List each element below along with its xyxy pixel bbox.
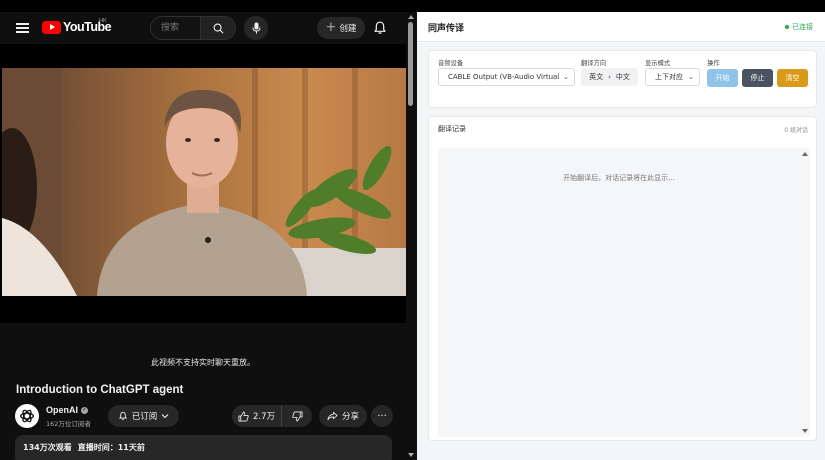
create-label: 创建	[339, 24, 357, 34]
audio-device-label: 音频设备	[438, 60, 464, 67]
youtube-logo[interactable]: YouTube HK	[42, 18, 112, 34]
voice-search-button[interactable]	[244, 16, 268, 40]
subscribed-button[interactable]: 已订阅	[108, 405, 179, 427]
display-mode-value: 上下对应	[655, 73, 683, 81]
channel-name-link[interactable]: OpenAI ✓	[46, 405, 89, 415]
more-horizontal-icon: ···	[377, 410, 387, 422]
bell-icon	[118, 411, 127, 420]
records-panel: 翻译记录 0 组对话 开始翻译后，对话记录将在此显示...	[428, 116, 817, 441]
scrollbar-thumb[interactable]	[408, 22, 413, 106]
search-box	[150, 16, 236, 40]
audio-device-select[interactable]: CABLE Output (VB-Audio Virtual ⌄	[438, 68, 575, 86]
audio-device-value: CABLE Output (VB-Audio Virtual	[448, 73, 560, 81]
youtube-play-icon	[42, 20, 61, 34]
interpreter-title: 同声传译	[428, 24, 465, 34]
video-player[interactable]	[0, 44, 406, 323]
create-button[interactable]: + 创建	[317, 17, 365, 39]
window-top-strip	[0, 0, 825, 12]
stop-button[interactable]: 停止	[742, 69, 773, 87]
like-button[interactable]: 2.7万	[232, 405, 282, 427]
video-frame	[2, 68, 406, 296]
actions-label: 操作	[707, 60, 720, 67]
like-dislike-group: 2.7万	[232, 405, 312, 427]
thumbs-down-icon	[291, 411, 302, 421]
chevron-down-icon	[161, 414, 169, 419]
like-count: 2.7万	[252, 412, 276, 422]
records-title: 翻译记录	[438, 125, 466, 133]
menu-icon[interactable]	[16, 23, 29, 33]
subscriber-count: 162万位订阅者	[46, 420, 91, 428]
share-label: 分享	[341, 412, 359, 422]
start-button[interactable]: 开始	[707, 69, 738, 87]
view-count: 134万次观看	[23, 443, 72, 452]
dislike-button[interactable]	[282, 405, 312, 427]
description-box[interactable]: 134万次观看 直播时间：11天前	[15, 435, 392, 460]
scroll-up-arrow-icon[interactable]	[408, 15, 414, 19]
records-list[interactable]: 开始翻译后，对话记录将在此显示...	[438, 148, 810, 437]
channel-avatar[interactable]	[15, 404, 39, 428]
scroll-up-arrow-icon[interactable]	[802, 152, 808, 156]
translation-direction[interactable]: 英文 › 中文	[581, 68, 638, 86]
notifications-bell-icon[interactable]	[372, 20, 388, 36]
target-language: 中文	[615, 73, 630, 81]
microphone-icon	[252, 22, 260, 34]
video-title: Introduction to ChatGPT agent	[16, 384, 184, 396]
region-code: HK	[99, 18, 107, 24]
display-mode-select[interactable]: 上下对应 ⌄	[645, 68, 700, 86]
direction-arrow-icon: ›	[608, 73, 611, 81]
empty-hint: 开始翻译后，对话记录将在此显示...	[563, 174, 675, 182]
source-language: 英文	[589, 73, 604, 81]
search-button[interactable]	[200, 17, 235, 39]
youtube-pane: YouTube HK + 创建	[0, 12, 416, 460]
verified-badge-icon: ✓	[81, 406, 89, 414]
direction-label: 翻译方向	[581, 60, 607, 67]
channel-name: OpenAI	[46, 405, 79, 415]
clear-button[interactable]: 清空	[777, 69, 808, 87]
search-input[interactable]	[151, 17, 200, 39]
subscribed-label: 已订阅	[131, 412, 158, 422]
premiere-time: 直播时间：11天前	[77, 443, 145, 452]
interpreter-pane: 同声传译 已连接 音频设备 CABLE Output (VB-Audio Vir…	[417, 12, 825, 460]
scroll-down-arrow-icon[interactable]	[802, 429, 808, 433]
records-count: 0 组对话	[784, 127, 808, 134]
status-label: 已连接	[792, 23, 813, 31]
thumbs-up-icon	[238, 411, 249, 421]
interpreter-header: 同声传译 已连接	[417, 12, 825, 42]
youtube-header: YouTube HK + 创建	[0, 12, 406, 44]
openai-logo-icon	[20, 409, 34, 423]
chevron-down-icon: ⌄	[563, 73, 569, 81]
chevron-down-icon: ⌄	[688, 73, 694, 81]
search-icon	[213, 23, 223, 33]
status-dot-icon	[785, 25, 789, 29]
chat-replay-notice: 此视频不支持实时聊天重放。	[151, 358, 255, 367]
share-icon	[327, 411, 338, 421]
controls-panel: 音频设备 CABLE Output (VB-Audio Virtual ⌄ 翻译…	[428, 50, 817, 108]
share-button[interactable]: 分享	[319, 405, 367, 427]
display-mode-label: 显示模式	[645, 60, 671, 67]
connection-status: 已连接	[785, 22, 813, 32]
scroll-down-arrow-icon[interactable]	[408, 453, 414, 457]
plus-icon: +	[325, 20, 337, 35]
more-actions-button[interactable]: ···	[371, 405, 393, 427]
youtube-scrollbar[interactable]	[406, 12, 416, 460]
